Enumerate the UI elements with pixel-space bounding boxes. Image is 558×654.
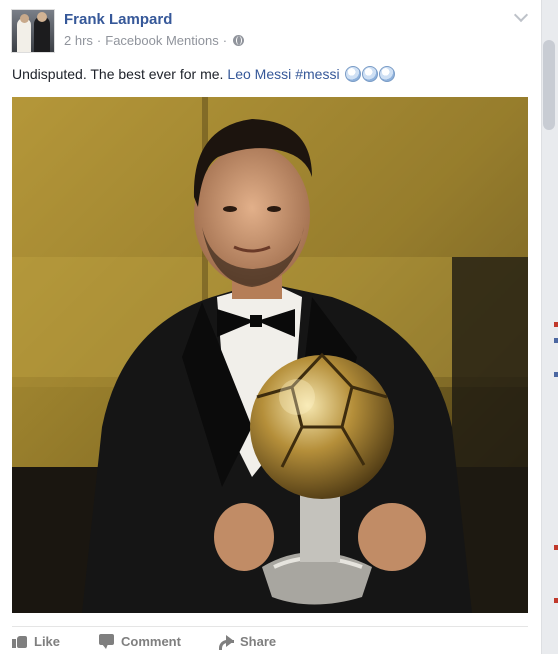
post-text: Undisputed. The best ever for me. Leo Me… (12, 66, 395, 82)
globe-icon[interactable] (233, 35, 245, 46)
like-label: Like (34, 633, 61, 649)
news-feed-post: Frank Lampard 2 hrs · Facebook Mentions … (0, 0, 541, 654)
like-icon (12, 633, 28, 649)
sidebar-edge-mark (554, 338, 558, 343)
chevron-down-icon[interactable] (514, 10, 528, 24)
comment-icon (99, 633, 115, 649)
mention-link[interactable]: Leo Messi (227, 66, 291, 82)
page-scrollbar-thumb[interactable] (543, 40, 555, 130)
sidebar-edge-mark (554, 372, 558, 377)
ball-emoji (378, 66, 395, 82)
meta-separator: · (96, 33, 102, 48)
sidebar-edge-mark (554, 598, 558, 603)
author-name-link[interactable]: Frank Lampard (64, 11, 172, 28)
photo-image (12, 97, 528, 613)
share-button[interactable]: Share (218, 633, 277, 650)
comment-label: Comment (121, 633, 181, 649)
meta-separator: · (222, 33, 228, 48)
post-text-body: Undisputed. The best ever for me. (12, 66, 224, 82)
like-button[interactable]: Like (12, 633, 99, 649)
sidebar-edge-mark (554, 545, 558, 550)
actions-divider (12, 626, 528, 627)
post-meta: 2 hrs · Facebook Mentions · (64, 33, 245, 48)
share-icon (218, 633, 234, 650)
post-photo[interactable] (12, 97, 528, 613)
post-source-link[interactable]: Facebook Mentions (105, 33, 218, 48)
author-avatar[interactable] (11, 9, 55, 53)
emoji-group (344, 66, 395, 82)
sidebar-edge-mark (554, 322, 558, 327)
post-timestamp[interactable]: 2 hrs (64, 33, 93, 48)
share-label: Share (240, 633, 277, 649)
ball-emoji (361, 66, 378, 82)
comment-button[interactable]: Comment (99, 633, 218, 649)
post-actions: Like Comment Share (12, 633, 277, 650)
hashtag-link[interactable]: #messi (295, 66, 339, 82)
ball-emoji (344, 66, 361, 82)
